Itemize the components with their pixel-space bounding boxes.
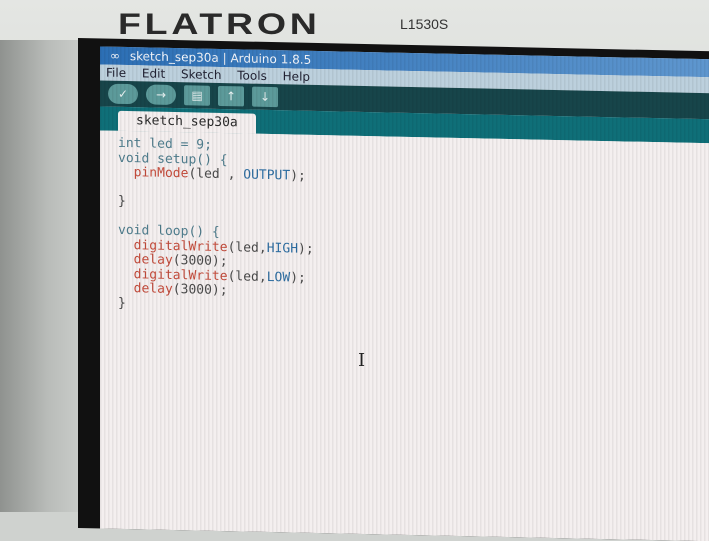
open-button[interactable]: ↑ [218, 85, 244, 107]
text-cursor-icon: I [358, 350, 366, 371]
code-const: HIGH [266, 240, 299, 257]
window-title: sketch_sep30a | Arduino 1.8.5 [129, 49, 312, 67]
arduino-logo-icon: ∞ [110, 48, 120, 63]
new-button[interactable]: ▤ [184, 85, 210, 106]
menu-edit[interactable]: Edit [142, 66, 165, 80]
code-line: } [118, 194, 126, 209]
code-fn: delay [133, 252, 173, 268]
menu-tools[interactable]: Tools [237, 68, 267, 83]
monitor-model: L1530S [400, 16, 449, 32]
arduino-window: ∞ sketch_sep30a | Arduino 1.8.5 File Edi… [100, 46, 709, 541]
code-line: pinMode(led , OUTPUT); [118, 165, 306, 184]
code-editor[interactable]: int led = 9; void setup() { pinMode(led … [100, 130, 709, 541]
bezel-shadow [0, 40, 80, 512]
code-text: } [118, 295, 126, 311]
code-const: OUTPUT [243, 167, 291, 184]
code-text: (led, [227, 239, 267, 256]
menu-help[interactable]: Help [283, 69, 310, 84]
code-text: ); [290, 168, 306, 184]
arrow-up-icon: ↑ [225, 89, 237, 104]
code-line: delay(3000); [118, 281, 228, 298]
menu-file[interactable]: File [106, 66, 126, 80]
new-file-icon: ▤ [191, 88, 203, 103]
arrow-down-icon: ↓ [259, 89, 271, 105]
code-text: } [118, 193, 126, 210]
arrow-right-icon: → [155, 87, 167, 102]
code-fn: delay [133, 281, 173, 297]
save-button[interactable]: ↓ [252, 86, 278, 108]
monitor-screen: ∞ sketch_sep30a | Arduino 1.8.5 File Edi… [78, 38, 709, 541]
code-text: ); [290, 269, 306, 286]
code-text: (led , [188, 166, 244, 183]
verify-button[interactable]: ✓ [108, 83, 138, 105]
monitor-brand: FLATRON [118, 8, 321, 41]
upload-button[interactable]: → [146, 84, 176, 106]
code-const: LOW [266, 269, 291, 285]
check-icon: ✓ [117, 86, 129, 102]
code-text: (led, [227, 268, 267, 285]
code-fn: pinMode [133, 165, 189, 182]
menu-sketch[interactable]: Sketch [181, 67, 221, 82]
code-line: } [118, 295, 126, 310]
code-text: (3000); [172, 281, 228, 299]
code-text: ); [298, 241, 314, 257]
